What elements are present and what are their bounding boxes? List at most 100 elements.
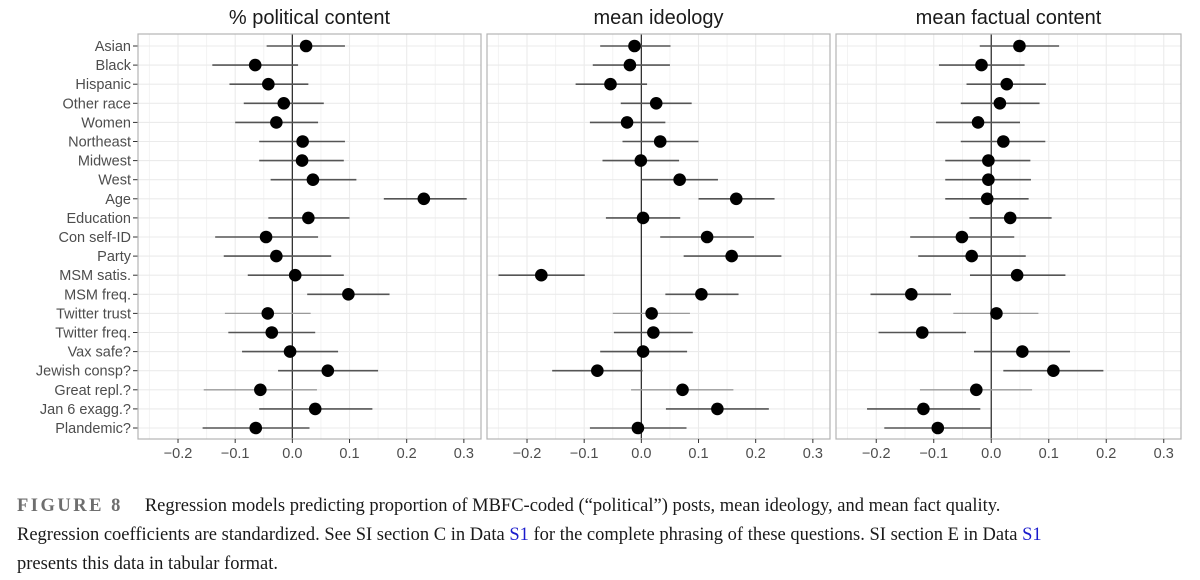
coefficient-point — [915, 326, 929, 339]
coefficient-point — [975, 58, 988, 72]
coefficient-point — [623, 58, 637, 72]
data-s1-link-2[interactable]: S1 — [1022, 525, 1042, 545]
coefficient-point — [295, 154, 309, 167]
panel-title: % political content — [229, 7, 391, 29]
coefficient-point — [676, 383, 689, 397]
coefficient-point — [645, 307, 658, 320]
coefficient-point — [262, 77, 275, 91]
y-tick-label: Hispanic — [75, 77, 131, 93]
caption-text-3: presents this data in tabular format. — [17, 554, 278, 574]
figure-label: FIGURE 8 — [17, 496, 123, 516]
coefficient-point — [729, 192, 743, 206]
coefficient-point — [306, 173, 320, 186]
figure-caption: FIGURE 8 Regression models predicting pro… — [17, 492, 1187, 579]
panel-2: mean ideology −0.2 −0.1 0.0 0.1 0.2 0.3 — [486, 7, 831, 462]
coefficient-point — [249, 421, 263, 435]
coefficient-point — [653, 135, 667, 148]
coefficient-point — [634, 154, 648, 167]
x-tick-label: 0.2 — [1096, 446, 1116, 462]
caption-line-1: FIGURE 8 Regression models predicting pro… — [17, 492, 1187, 521]
coefficient-point — [695, 288, 708, 301]
coefficient-point — [631, 421, 645, 435]
x-tick-label: 0.0 — [631, 446, 651, 462]
y-tick-label: Midwest — [78, 154, 131, 170]
coefficient-point — [725, 249, 738, 263]
x-tick-label: 0.0 — [981, 446, 1001, 462]
coefficient-point — [265, 326, 279, 339]
coefficient-point — [302, 211, 315, 225]
x-tick-label: 0.3 — [1154, 446, 1174, 462]
coefficient-point — [248, 58, 262, 72]
panel-3: mean factual content −0.2 −0.1 0.0 0.1 0.2 0.3 — [835, 7, 1182, 462]
x-tick-label: 0.3 — [454, 446, 474, 462]
coefficient-point — [591, 364, 604, 378]
x-tick-label: −0.2 — [513, 446, 542, 462]
coefficient-point — [636, 345, 650, 358]
coefficient-point — [417, 192, 431, 206]
data-s1-link[interactable]: S1 — [509, 525, 529, 545]
y-tick-label: Vax safe? — [68, 345, 131, 361]
y-tick-label: Jewish consp? — [36, 364, 131, 380]
y-tick-label: Other race — [63, 96, 132, 112]
coefficient-point — [259, 230, 273, 244]
caption-text-1: Regression models predicting proportion … — [144, 496, 1001, 516]
coefficient-point — [917, 402, 930, 416]
coefficient-point — [1013, 39, 1026, 53]
coefficient-point — [1000, 77, 1014, 91]
coefficient-point — [342, 288, 355, 301]
coefficient-point — [997, 135, 1010, 148]
caption-text-2a: Regression coefficients are standardized… — [17, 525, 510, 545]
x-axis: −0.2 −0.1 0.0 0.1 0.2 0.3 — [513, 439, 823, 462]
x-tick-label: 0.0 — [282, 446, 302, 462]
panel-title: mean factual content — [916, 7, 1102, 29]
coefficient-point — [535, 268, 548, 282]
coefficient-point — [277, 97, 291, 110]
y-tick-label: Twitter trust — [56, 306, 131, 322]
y-tick-label: Northeast — [68, 135, 131, 151]
x-tick-label: −0.2 — [164, 446, 193, 462]
y-axis-labels: Asian Black Hispanic Other race Women Northea… — [36, 39, 138, 437]
coefficient-point — [321, 364, 335, 378]
panel-1: % political content −0.2 −0.1 0.0 0.1 0.2 0.3 — [137, 7, 482, 462]
y-tick-label: MSM satis. — [59, 268, 131, 284]
coefficient-point — [711, 402, 724, 416]
y-tick-label: Education — [67, 211, 132, 227]
x-tick-label: 0.1 — [339, 446, 359, 462]
coefficient-point — [620, 116, 634, 129]
x-tick-label: −0.2 — [862, 446, 891, 462]
y-tick-label: Black — [96, 58, 132, 74]
coefficient-point — [270, 249, 283, 263]
x-tick-label: 0.1 — [688, 446, 708, 462]
coefficient-point — [254, 383, 267, 397]
y-tick-label: Twitter freq. — [55, 326, 131, 342]
x-tick-label: 0.1 — [1039, 446, 1059, 462]
coefficient-point — [905, 288, 918, 301]
caption-line-3: presents this data in tabular format. — [17, 550, 1187, 579]
coefficient-point — [308, 402, 322, 416]
coefficient-point — [965, 249, 978, 263]
coefficient-point — [700, 230, 714, 244]
coefficient-point — [647, 326, 660, 339]
coefficient-point — [1047, 364, 1060, 378]
x-axis: −0.2 −0.1 0.0 0.1 0.2 0.3 — [862, 439, 1174, 462]
caption-text-2b: for the complete phrasing of these quest… — [528, 525, 1023, 545]
y-tick-label: Asian — [95, 39, 131, 55]
coefficient-point — [296, 135, 309, 148]
coefficient-point — [980, 192, 994, 206]
coefficient-point — [288, 268, 302, 282]
y-tick-label: MSM freq. — [64, 287, 131, 303]
coefficient-point — [299, 39, 313, 53]
figure: Asian Black Hispanic Other race Women Northea… — [0, 0, 1200, 470]
panel-title: mean ideology — [593, 7, 723, 29]
x-tick-label: 0.2 — [397, 446, 417, 462]
x-tick-label: −0.1 — [570, 446, 599, 462]
coefficient-point — [1016, 345, 1029, 358]
y-tick-label: Age — [105, 192, 131, 208]
coefficient-point — [970, 383, 983, 397]
x-tick-label: 0.2 — [746, 446, 766, 462]
coefficient-plot: Asian Black Hispanic Other race Women Northea… — [36, 7, 1182, 462]
y-tick-label: Jan 6 exagg.? — [40, 402, 131, 418]
y-tick-label: Plandemic? — [55, 421, 131, 437]
y-tick-label: Women — [81, 115, 131, 131]
coefficient-point — [982, 173, 995, 186]
